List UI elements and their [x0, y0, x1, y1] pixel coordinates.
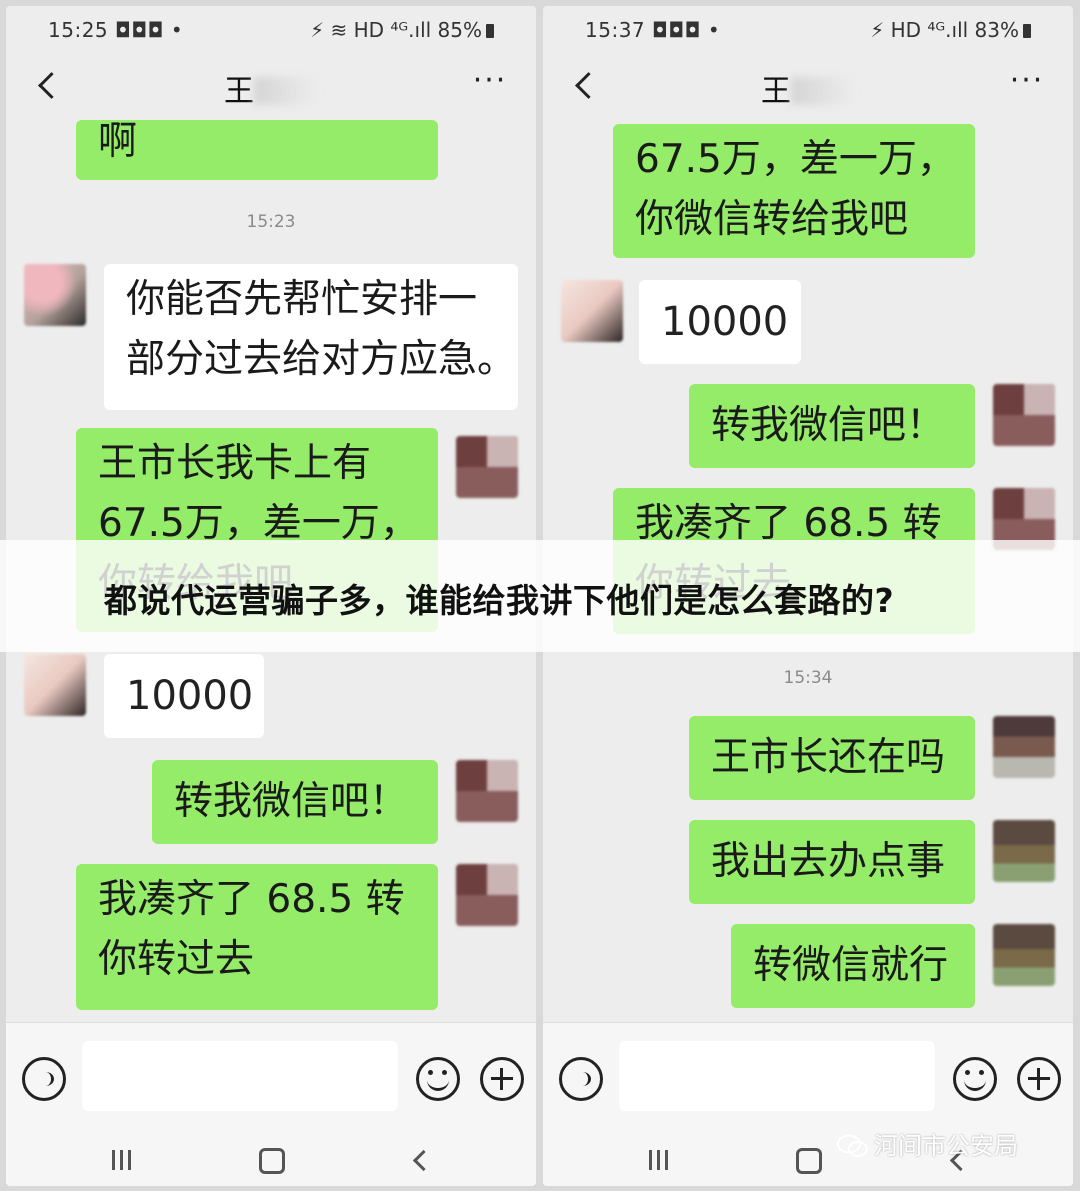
contact-name-text: 王 — [224, 74, 254, 109]
recents-icon[interactable] — [649, 1150, 671, 1170]
system-back-icon[interactable] — [410, 1150, 430, 1170]
contact-avatar[interactable] — [24, 654, 86, 716]
system-nav-bar — [6, 1138, 536, 1186]
voice-input-icon[interactable] — [22, 1057, 66, 1101]
status-time: 15:25 ◘◘◘ • — [48, 18, 184, 42]
emoji-icon[interactable] — [953, 1057, 997, 1101]
status-bar: 15:25 ◘◘◘ • ⚡ ≋ HD ⁴ᴳ.ıll 85% — [6, 6, 536, 56]
wechat-icon — [837, 1134, 868, 1157]
voice-input-icon[interactable] — [559, 1057, 603, 1101]
timestamp: 15:23 — [246, 212, 296, 232]
received-message[interactable]: 10000 — [104, 654, 264, 738]
received-message[interactable]: 10000 — [639, 280, 801, 364]
signal-icons: ⚡ HD ⁴ᴳ.ıll — [870, 18, 969, 42]
watermark-text: 河间市公安局 — [874, 1132, 1018, 1160]
sent-message[interactable]: 我出去办点事 — [689, 820, 975, 904]
banner-title: 都说代运营骗子多，谁能给我讲下他们是怎么套路的? — [104, 581, 895, 620]
sent-message[interactable]: 转我微信吧！ — [689, 384, 975, 468]
user-avatar[interactable] — [456, 760, 518, 822]
sent-message[interactable]: 我凑齐了 68.5 转 你转过去 — [76, 864, 438, 1010]
contact-name: 王 — [543, 66, 1073, 110]
status-time: 15:37 ◘◘◘ • — [585, 18, 721, 42]
battery-icon — [1023, 24, 1031, 38]
watermark: 河间市公安局 — [836, 1126, 1018, 1162]
battery-percent: 85% — [437, 18, 482, 42]
sent-message[interactable]: 啊 — [76, 120, 438, 180]
contact-name-text: 王 — [761, 74, 791, 109]
user-avatar[interactable] — [993, 924, 1055, 986]
user-avatar[interactable] — [993, 716, 1055, 778]
more-options-icon[interactable]: ··· — [472, 66, 508, 96]
user-avatar[interactable] — [993, 384, 1055, 446]
status-bar: 15:37 ◘◘◘ • ⚡ HD ⁴ᴳ.ıll 83% — [543, 6, 1073, 56]
message-input[interactable] — [619, 1041, 935, 1111]
contact-name: 王 — [6, 66, 536, 110]
chat-header: 王 ··· — [543, 56, 1073, 120]
recents-icon[interactable] — [112, 1150, 134, 1170]
user-avatar[interactable] — [456, 436, 518, 498]
input-bar — [6, 1022, 536, 1139]
battery-percent: 83% — [974, 18, 1019, 42]
user-avatar[interactable] — [993, 820, 1055, 882]
sent-message[interactable]: 67.5万，差一万， 你微信转给我吧 — [613, 124, 975, 258]
input-bar — [543, 1022, 1073, 1139]
plus-icon[interactable] — [1017, 1057, 1061, 1101]
blurred-name — [791, 77, 855, 105]
chat-header: 王 ··· — [6, 56, 536, 120]
signal-icons: ⚡ ≋ HD ⁴ᴳ.ıll — [310, 18, 432, 42]
home-icon[interactable] — [259, 1148, 285, 1174]
timestamp: 15:34 — [783, 668, 833, 688]
blurred-name — [254, 77, 318, 105]
sent-message[interactable]: 转我微信吧！ — [152, 760, 438, 844]
battery-icon — [486, 24, 494, 38]
title-banner: 都说代运营骗子多，谁能给我讲下他们是怎么套路的? — [0, 540, 1080, 652]
status-icons: ⚡ HD ⁴ᴳ.ıll 83% — [870, 18, 1031, 42]
sent-message[interactable]: 转微信就行 — [731, 924, 975, 1008]
plus-icon[interactable] — [480, 1057, 524, 1101]
message-input[interactable] — [82, 1041, 398, 1111]
more-options-icon[interactable]: ··· — [1009, 66, 1045, 96]
received-message[interactable]: 你能否先帮忙安排一 部分过去给对方应急。 — [104, 264, 518, 410]
emoji-icon[interactable] — [416, 1057, 460, 1101]
user-avatar[interactable] — [456, 864, 518, 926]
home-icon[interactable] — [796, 1148, 822, 1174]
contact-avatar[interactable] — [24, 264, 86, 326]
contact-avatar[interactable] — [561, 280, 623, 342]
status-icons: ⚡ ≋ HD ⁴ᴳ.ıll 85% — [310, 18, 494, 42]
sent-message[interactable]: 王市长还在吗 — [689, 716, 975, 800]
